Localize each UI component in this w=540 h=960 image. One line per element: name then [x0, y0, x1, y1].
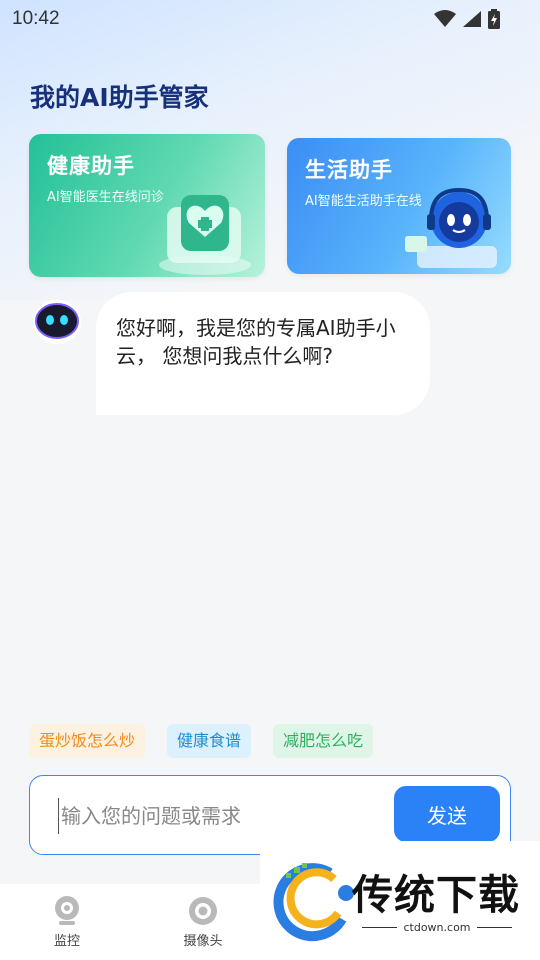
health-assistant-card[interactable]: 健康助手 AI智能医生在线问诊	[29, 134, 265, 277]
card-title: 生活助手	[305, 158, 393, 182]
message-text: 您好啊，我是您的专属AI助手小云， 您想问我点什么啊?	[116, 316, 396, 368]
watermark-site-row: ctdown.com	[362, 921, 512, 934]
suggestion-chips: 蛋炒饭怎么炒 健康食谱 减肥怎么吃	[29, 724, 374, 758]
medical-kit-icon	[159, 195, 251, 275]
battery-icon	[488, 9, 500, 29]
camera-lens-icon	[189, 897, 217, 925]
tab-monitor[interactable]: 监控	[27, 896, 107, 949]
status-bar: 10:42	[0, 0, 540, 38]
life-assistant-card[interactable]: 生活助手 AI智能生活助手在线	[287, 138, 511, 274]
tab-label: 监控	[53, 934, 80, 949]
page-title: 我的AI助手管家	[30, 83, 209, 112]
assistant-avatar	[33, 300, 81, 344]
card-title: 健康助手	[47, 154, 135, 178]
cell-signal-icon	[463, 11, 481, 27]
tab-camera[interactable]: 摄像头	[163, 896, 243, 949]
webcam-icon	[55, 896, 79, 925]
divider	[476, 927, 512, 928]
card-subtitle: AI智能医生在线问诊	[47, 190, 164, 205]
question-input[interactable]	[58, 798, 378, 834]
wifi-icon	[434, 10, 456, 27]
status-time: 10:42	[12, 8, 60, 29]
suggestion-chip[interactable]: 减肥怎么吃	[273, 724, 374, 758]
status-icons	[434, 9, 500, 29]
suggestion-chip[interactable]: 健康食谱	[167, 724, 252, 758]
watermark: 传统下载 ctdown.com	[260, 841, 540, 960]
robot-headset-icon	[405, 187, 497, 268]
watermark-logo-icon	[273, 863, 354, 942]
watermark-brand: 传统下载	[352, 871, 520, 919]
divider	[362, 927, 398, 928]
suggestion-chip[interactable]: 蛋炒饭怎么炒	[29, 724, 146, 758]
watermark-site: ctdown.com	[403, 921, 471, 934]
tab-label: 摄像头	[183, 934, 223, 949]
assistant-message-bubble: 您好啊，我是您的专属AI助手小云， 您想问我点什么啊?	[96, 292, 430, 415]
send-button[interactable]: 发送	[394, 786, 500, 842]
